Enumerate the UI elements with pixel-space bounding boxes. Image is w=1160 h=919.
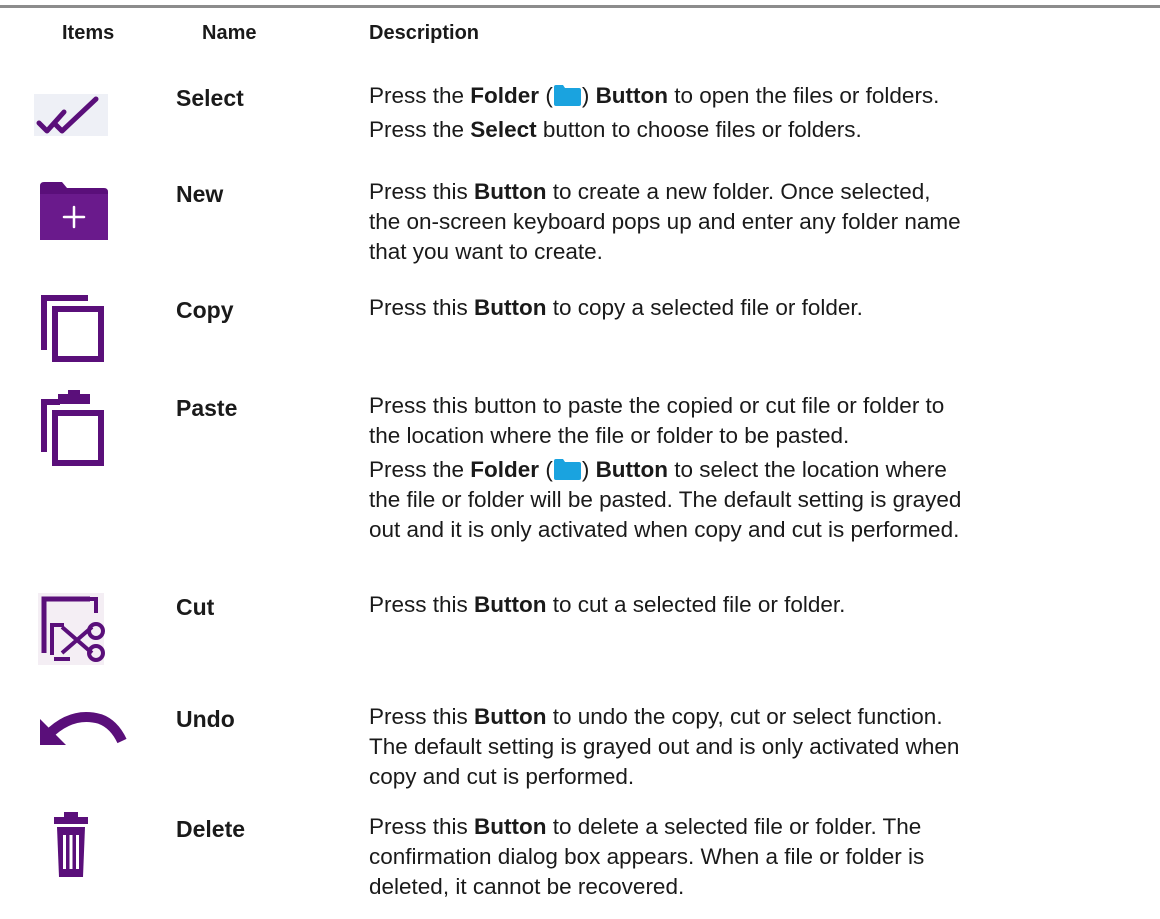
header-name: Name [202, 22, 257, 44]
header-items: Items [62, 22, 115, 44]
folder-icon [553, 459, 581, 480]
item-name: Copy [176, 297, 234, 323]
item-name: Delete [176, 816, 246, 842]
item-name: Paste [176, 395, 238, 421]
item-name: New [176, 181, 224, 207]
top-rule [0, 5, 1160, 8]
trash-icon [30, 807, 130, 877]
item-name: Select [176, 85, 244, 111]
cut-icon [30, 585, 130, 665]
item-description: Press this Button to create a new folder… [369, 179, 961, 264]
item-name: Cut [176, 594, 215, 620]
new-folder-icon [30, 172, 130, 242]
undo-icon [30, 697, 130, 767]
paste-icon [30, 386, 130, 466]
item-description: Press this Button to delete a selected f… [369, 814, 925, 899]
item-description: Press this button to paste the copied or… [369, 393, 962, 542]
item-name: Undo [176, 706, 235, 732]
item-description: Press this Button to cut a selected file… [369, 592, 846, 617]
item-description: Press this Button to copy a selected fil… [369, 295, 863, 320]
item-description: Press this Button to undo the copy, cut … [369, 704, 960, 789]
copy-icon [30, 288, 130, 362]
double-check-icon [30, 76, 130, 146]
item-description: Press the Folder () Button to open the f… [369, 83, 940, 142]
header-description: Description [369, 22, 480, 44]
folder-icon [553, 85, 581, 106]
